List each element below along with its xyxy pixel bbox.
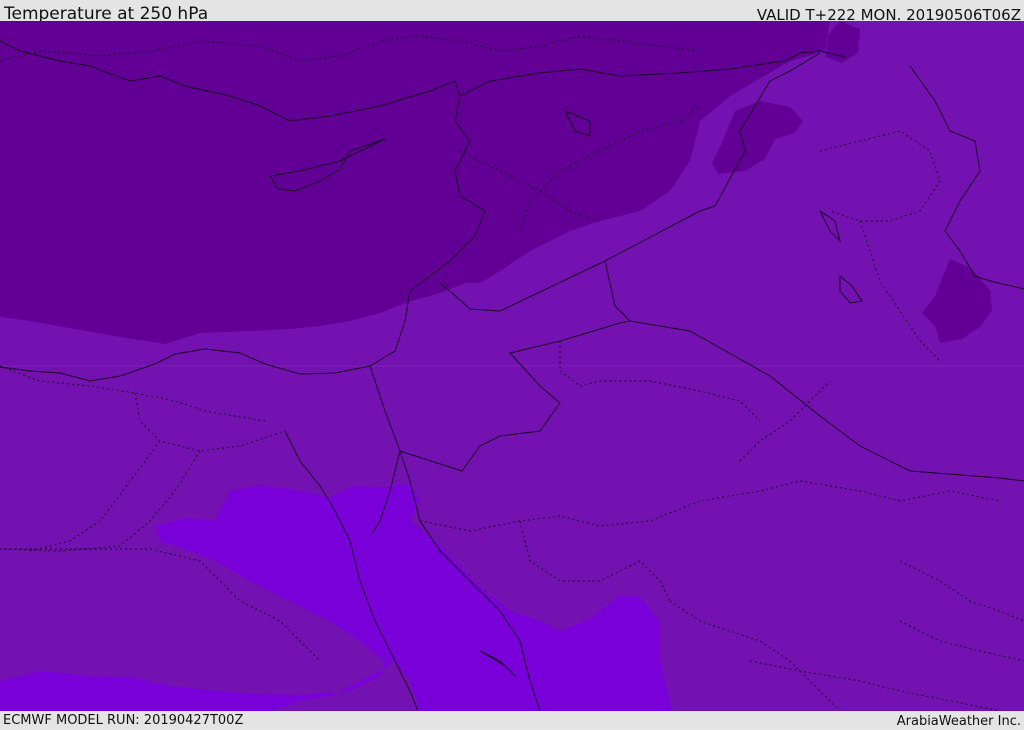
- temperature-map: [0, 21, 1024, 711]
- credit-label: ArabiaWeather Inc.: [896, 714, 1021, 729]
- model-run-label: ECMWF MODEL RUN: 20190427T00Z: [3, 713, 244, 728]
- map-area[interactable]: [0, 21, 1024, 711]
- footer-bar: ECMWF MODEL RUN: 20190427T00Z ArabiaWeat…: [0, 711, 1024, 729]
- header-bar: Temperature at 250 hPa VALID T+222 MON. …: [0, 0, 1024, 24]
